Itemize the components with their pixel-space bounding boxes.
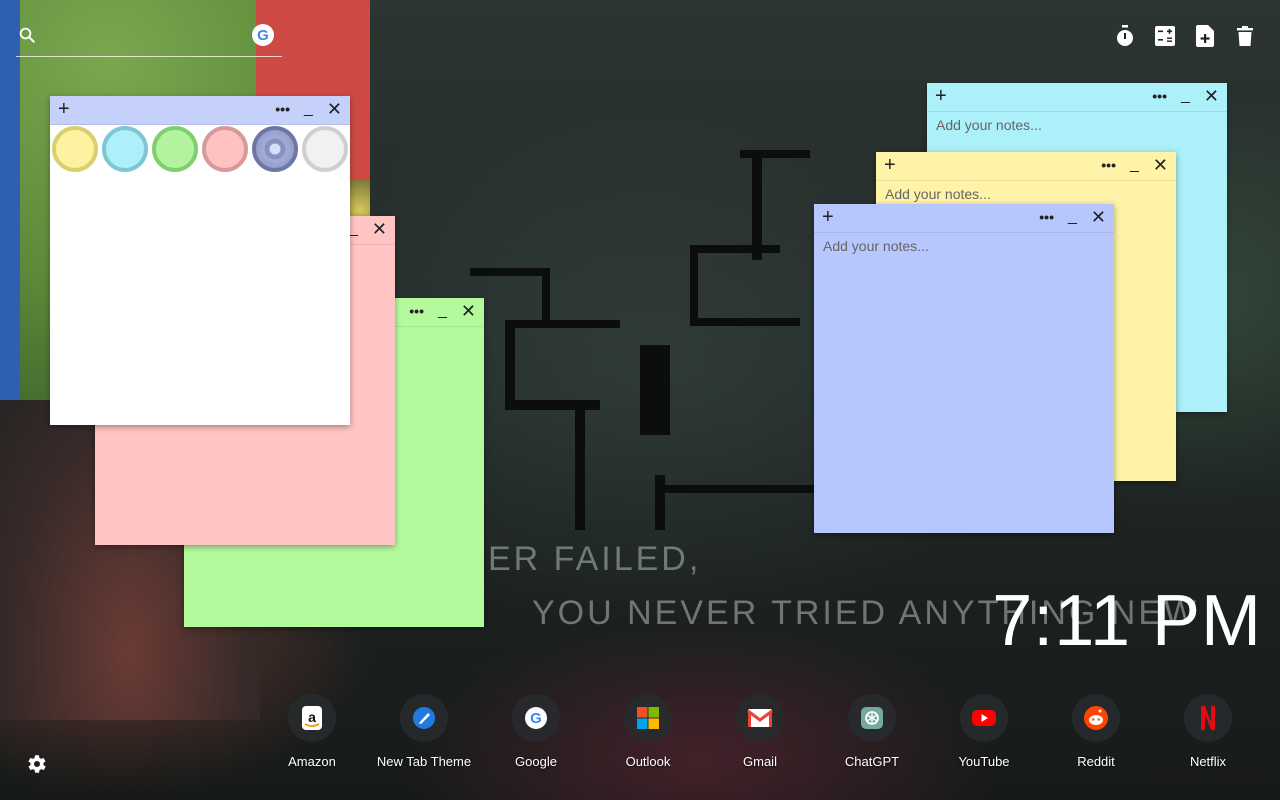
- shortcut-google[interactable]: G Google: [480, 694, 592, 769]
- note-text-area[interactable]: [814, 232, 1114, 533]
- google-search-icon[interactable]: G: [252, 24, 274, 46]
- add-note-button[interactable]: +: [822, 207, 834, 227]
- wallpaper-maze-line: [655, 485, 815, 493]
- trash-icon[interactable]: [1234, 24, 1256, 48]
- shortcut-dock: a Amazon New Tab Theme G Google Outlook Gmail C…: [256, 694, 1264, 769]
- color-swatch-pink[interactable]: [202, 126, 248, 172]
- shortcut-label: Gmail: [743, 754, 777, 769]
- color-swatch-green[interactable]: [152, 126, 198, 172]
- add-note-icon[interactable]: [1194, 24, 1216, 48]
- note-titlebar[interactable]: + ••• _ ✕: [814, 204, 1114, 233]
- close-icon[interactable]: ✕: [1153, 156, 1168, 174]
- new-tab-theme-icon[interactable]: [400, 694, 448, 742]
- color-picker: [50, 124, 350, 174]
- wallpaper-maze-line: [505, 400, 600, 410]
- note-titlebar[interactable]: + ••• _ ✕: [876, 152, 1176, 181]
- wallpaper-maze-line: [640, 345, 670, 435]
- shortcut-outlook[interactable]: Outlook: [592, 694, 704, 769]
- close-icon[interactable]: ✕: [1091, 208, 1106, 226]
- more-icon[interactable]: •••: [409, 304, 424, 318]
- minimize-icon[interactable]: _: [1068, 209, 1077, 225]
- close-icon[interactable]: ✕: [1204, 87, 1219, 105]
- more-icon[interactable]: •••: [275, 102, 290, 116]
- more-icon[interactable]: •••: [1039, 210, 1054, 224]
- wallpaper-maze-line: [690, 245, 698, 325]
- minimize-icon[interactable]: _: [438, 303, 447, 319]
- shortcut-amazon[interactable]: a Amazon: [256, 694, 368, 769]
- youtube-icon[interactable]: [960, 694, 1008, 742]
- color-swatch-blue[interactable]: [252, 126, 298, 172]
- shortcut-label: Netflix: [1189, 754, 1227, 769]
- chatgpt-icon[interactable]: [848, 694, 896, 742]
- add-note-button[interactable]: +: [58, 99, 70, 119]
- search-icon[interactable]: [18, 26, 36, 44]
- close-icon[interactable]: ✕: [327, 100, 342, 118]
- google-icon[interactable]: G: [512, 694, 560, 742]
- minimize-icon[interactable]: _: [304, 101, 313, 117]
- more-icon[interactable]: •••: [1152, 89, 1167, 103]
- wallpaper-maze-line: [752, 150, 762, 260]
- wallpaper-maze-line: [505, 320, 515, 410]
- shortcut-label: Google: [515, 754, 557, 769]
- svg-text:a: a: [308, 709, 316, 725]
- netflix-icon[interactable]: [1184, 694, 1232, 742]
- timer-icon[interactable]: [1114, 24, 1136, 48]
- shortcut-gmail[interactable]: Gmail: [704, 694, 816, 769]
- amazon-icon[interactable]: a: [288, 694, 336, 742]
- minimize-icon[interactable]: _: [1130, 157, 1139, 173]
- search-input[interactable]: [46, 24, 250, 50]
- note-titlebar[interactable]: + ••• _ ✕: [927, 83, 1227, 112]
- sticky-note-white: + ••• _ ✕: [50, 96, 350, 425]
- color-swatch-cyan[interactable]: [102, 126, 148, 172]
- settings-gear-icon[interactable]: [24, 752, 48, 776]
- clock-time: 7:11 PM: [992, 581, 1262, 661]
- shortcut-label: Outlook: [625, 754, 671, 769]
- wallpaper-maze-line: [655, 475, 665, 530]
- wallpaper-maze-line: [740, 150, 810, 158]
- search-bar: G: [16, 20, 282, 57]
- shortcut-label: Amazon: [288, 754, 336, 769]
- minimize-icon[interactable]: _: [1181, 88, 1190, 104]
- color-swatch-white[interactable]: [302, 126, 348, 172]
- wallpaper-maze-line: [690, 318, 800, 326]
- add-note-button[interactable]: +: [884, 155, 896, 175]
- shortcut-youtube[interactable]: YouTube: [928, 694, 1040, 769]
- minimize-icon[interactable]: _: [349, 221, 358, 237]
- shortcut-new-tab-theme[interactable]: New Tab Theme: [368, 694, 480, 769]
- shortcut-netflix[interactable]: Netflix: [1152, 694, 1264, 769]
- shortcut-label: ChatGPT: [844, 754, 900, 769]
- sticky-note-blue: + ••• _ ✕: [814, 204, 1114, 533]
- svg-text:G: G: [530, 710, 542, 727]
- close-icon[interactable]: ✕: [461, 302, 476, 320]
- add-note-button[interactable]: +: [935, 86, 947, 106]
- calculator-icon[interactable]: [1154, 24, 1176, 48]
- wallpaper-maze-line: [575, 400, 585, 530]
- shortcut-label: Reddit: [1077, 754, 1115, 769]
- color-swatch-yellow[interactable]: [52, 126, 98, 172]
- shortcut-chatgpt[interactable]: ChatGPT: [816, 694, 928, 769]
- note-titlebar[interactable]: + ••• _ ✕: [50, 96, 350, 125]
- wallpaper-maze-line: [690, 245, 780, 253]
- wallpaper-maze-line: [542, 268, 550, 328]
- outlook-icon[interactable]: [624, 694, 672, 742]
- shortcut-label: New Tab Theme: [376, 754, 472, 769]
- gmail-icon[interactable]: [736, 694, 784, 742]
- more-icon[interactable]: •••: [1101, 158, 1116, 172]
- wallpaper-maze-line: [470, 268, 550, 276]
- reddit-icon[interactable]: [1072, 694, 1120, 742]
- wallpaper-maze-line: [505, 320, 620, 328]
- close-icon[interactable]: ✕: [372, 220, 387, 238]
- wallpaper-motto-line1: ER FAILED,: [488, 540, 702, 578]
- shortcut-label: YouTube: [958, 754, 1010, 769]
- shortcut-reddit[interactable]: Reddit: [1040, 694, 1152, 769]
- top-toolbar: [1114, 24, 1256, 48]
